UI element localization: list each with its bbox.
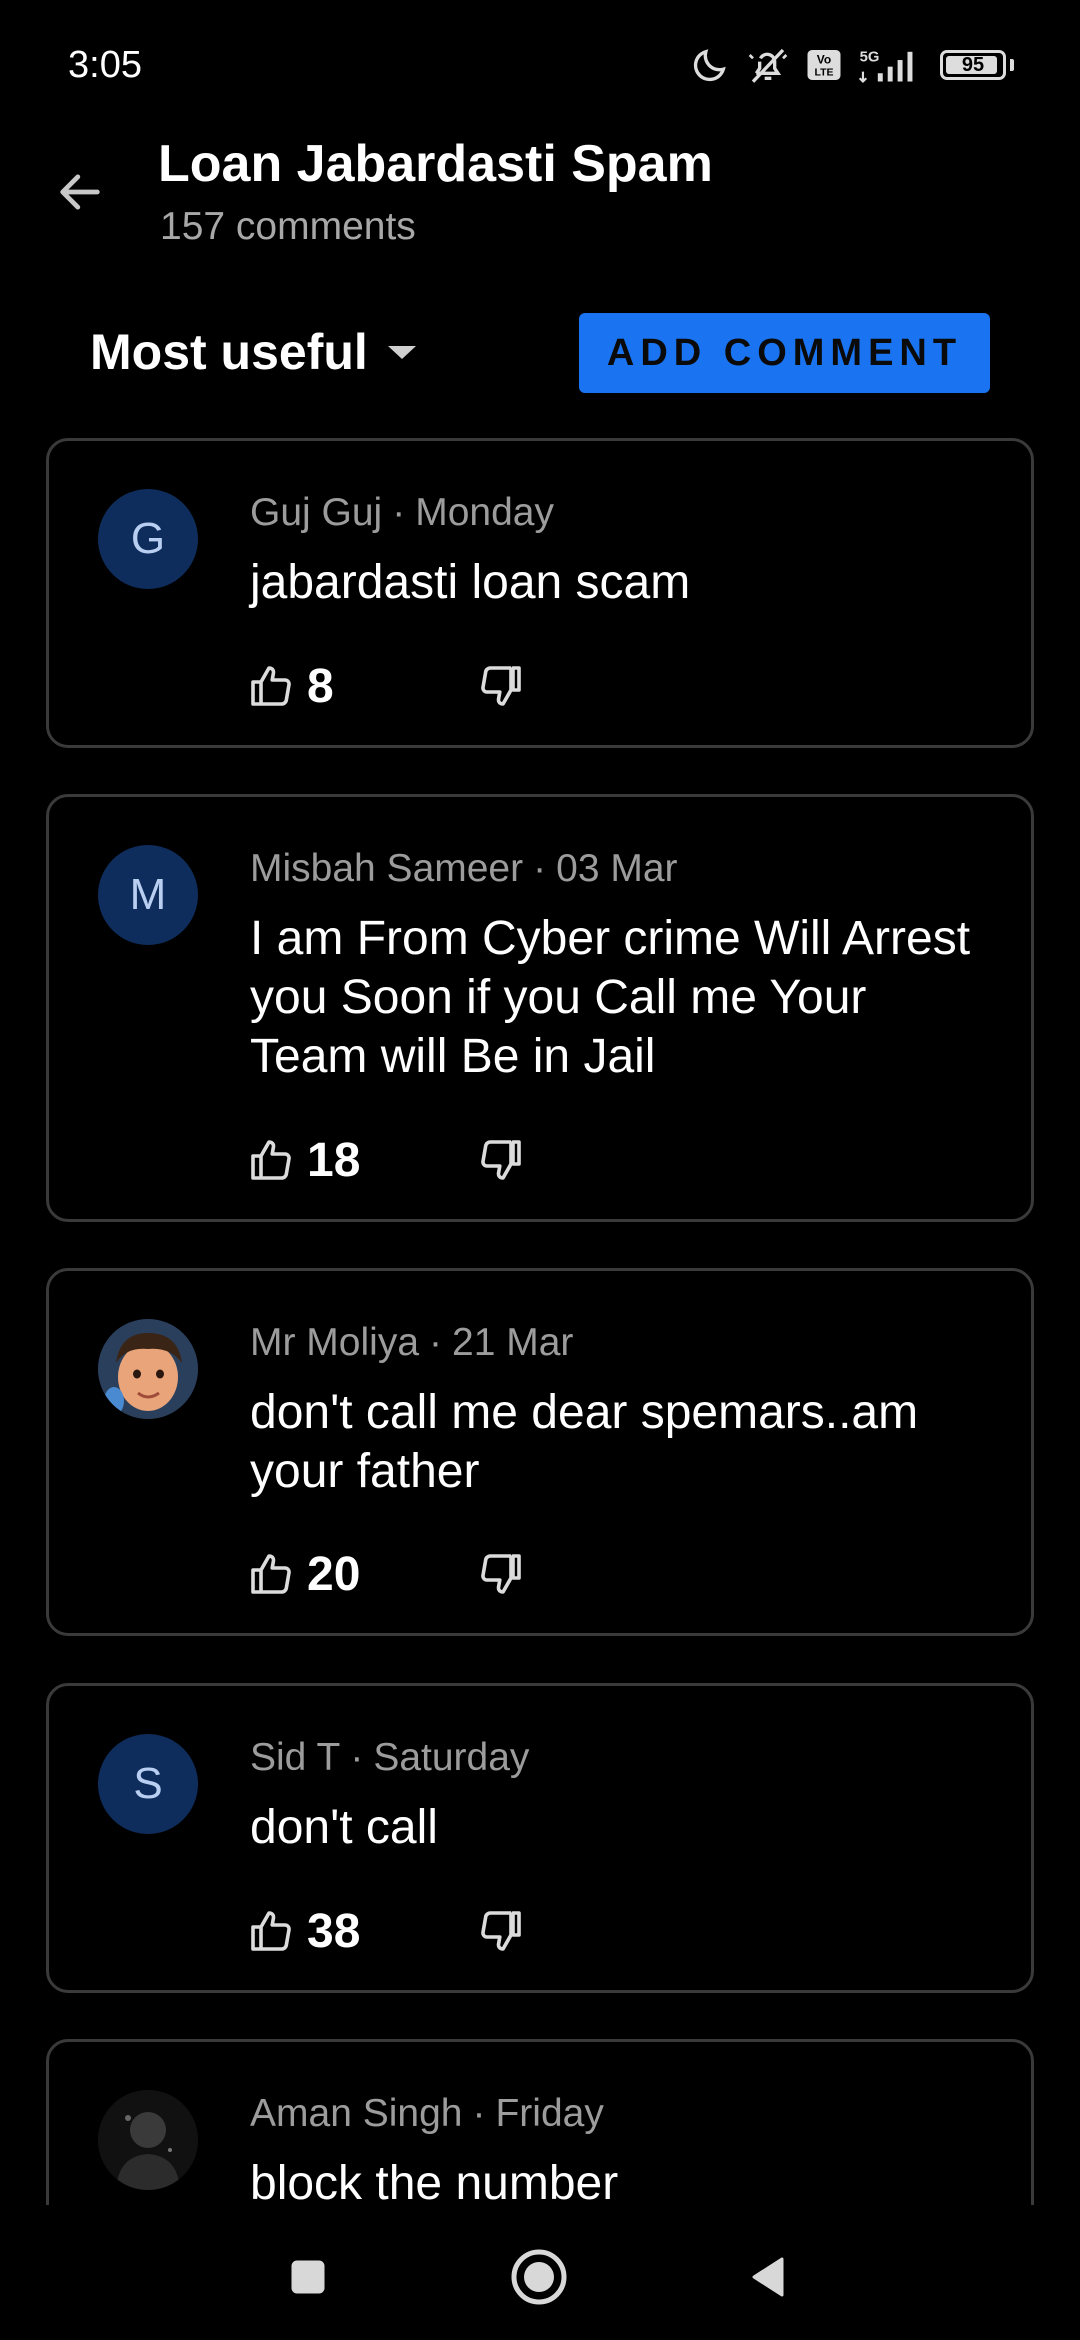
comment-card: Mr Moliya · 21 Mar don't call me dear spem… [46,1268,1034,1636]
comment-card: Aman Singh · Friday block the number [46,2039,1034,2205]
thumbs-down-icon [481,1554,521,1594]
like-count: 8 [307,659,334,713]
thumbs-up-icon [251,1554,291,1594]
meta-separator: · [429,1321,443,1364]
thumbs-up-icon [251,666,291,706]
avatar[interactable]: G [98,489,198,589]
comment-text: I am From Cyber crime Will Arrest you So… [250,912,971,1083]
like-button[interactable]: 20 [247,1547,477,1602]
comment-date: Monday [415,491,554,534]
comment-author[interactable]: Misbah Sameer [250,847,523,890]
avatar-photo[interactable] [98,2090,198,2190]
comment-meta: Misbah Sameer · 03 Mar [250,847,678,891]
comment-card: M Misbah Sameer · 03 Mar I am From Cyber c… [46,794,1034,1222]
comment-meta: Mr Moliya · 21 Mar [250,1321,573,1365]
like-button[interactable]: 38 [247,1904,477,1959]
person-silhouette-icon [98,2090,198,2190]
meta-separator: · [350,1736,364,1779]
avatar[interactable]: M [98,845,198,945]
recents-square-icon [291,2260,325,2294]
thumbs-down-icon [481,666,521,706]
thumbs-down-icon [481,1911,521,1951]
meta-separator: · [472,2092,486,2135]
child-portrait-icon [98,1319,198,1419]
recents-button[interactable] [272,2241,344,2313]
comment-card: G Guj Guj · Monday jabardasti loan scam 8 [46,438,1034,748]
vote-row: 20 [247,1544,525,1604]
comment-author[interactable]: Guj Guj [250,491,382,534]
nav-back-button[interactable] [732,2241,804,2313]
avatar-photo[interactable] [98,1319,198,1419]
comment-text: don't call [250,1801,438,1854]
comment-date: 03 Mar [556,847,678,890]
comment-text: jabardasti loan scam [250,556,691,609]
comment-date: Saturday [373,1736,530,1779]
thumbs-up-icon [251,1911,291,1951]
avatar-initial: S [133,1759,163,1808]
dislike-button[interactable] [477,1907,525,1955]
thumbs-down-icon [481,1140,521,1180]
home-button[interactable] [503,2241,575,2313]
comment-meta: Sid T · Saturday [250,1736,529,1780]
vote-row: 8 [247,656,525,716]
comment-date: 21 Mar [452,1321,574,1364]
meta-separator: · [392,491,406,534]
like-count: 20 [307,1547,361,1601]
dislike-button[interactable] [477,1550,525,1598]
meta-separator: · [533,847,547,890]
system-nav-bar [0,2205,1080,2340]
comment-author[interactable]: Aman Singh [250,2092,462,2135]
home-circle-icon [511,2249,567,2305]
like-count: 18 [307,1133,361,1187]
like-button[interactable]: 18 [247,1133,477,1188]
vote-row: 38 [247,1901,525,1961]
screen: 3:05 Vo LTE 5G 95 Loan Jabardasti Spam 1… [0,0,1080,2340]
comment-text: don't call me dear spemars..am your fath… [250,1386,919,1498]
back-triangle-icon [752,2257,784,2297]
comment-card: S Sid T · Saturday don't call 38 [46,1683,1034,1993]
comment-feed[interactable]: G Guj Guj · Monday jabardasti loan scam 8 … [0,0,1080,2205]
avatar-initial: M [129,870,167,919]
vote-row: 18 [247,1130,525,1190]
comment-meta: Guj Guj · Monday [250,491,554,535]
thumbs-up-icon [251,1140,291,1180]
like-count: 38 [307,1904,361,1958]
like-button[interactable]: 8 [247,659,477,714]
comment-meta: Aman Singh · Friday [250,2092,604,2136]
comment-author[interactable]: Sid T [250,1736,340,1779]
avatar-initial: G [130,514,166,563]
avatar[interactable]: S [98,1734,198,1834]
dislike-button[interactable] [477,662,525,710]
comment-date: Friday [495,2092,604,2135]
comment-author[interactable]: Mr Moliya [250,1321,419,1364]
comment-text: block the number [250,2157,619,2205]
dislike-button[interactable] [477,1136,525,1184]
